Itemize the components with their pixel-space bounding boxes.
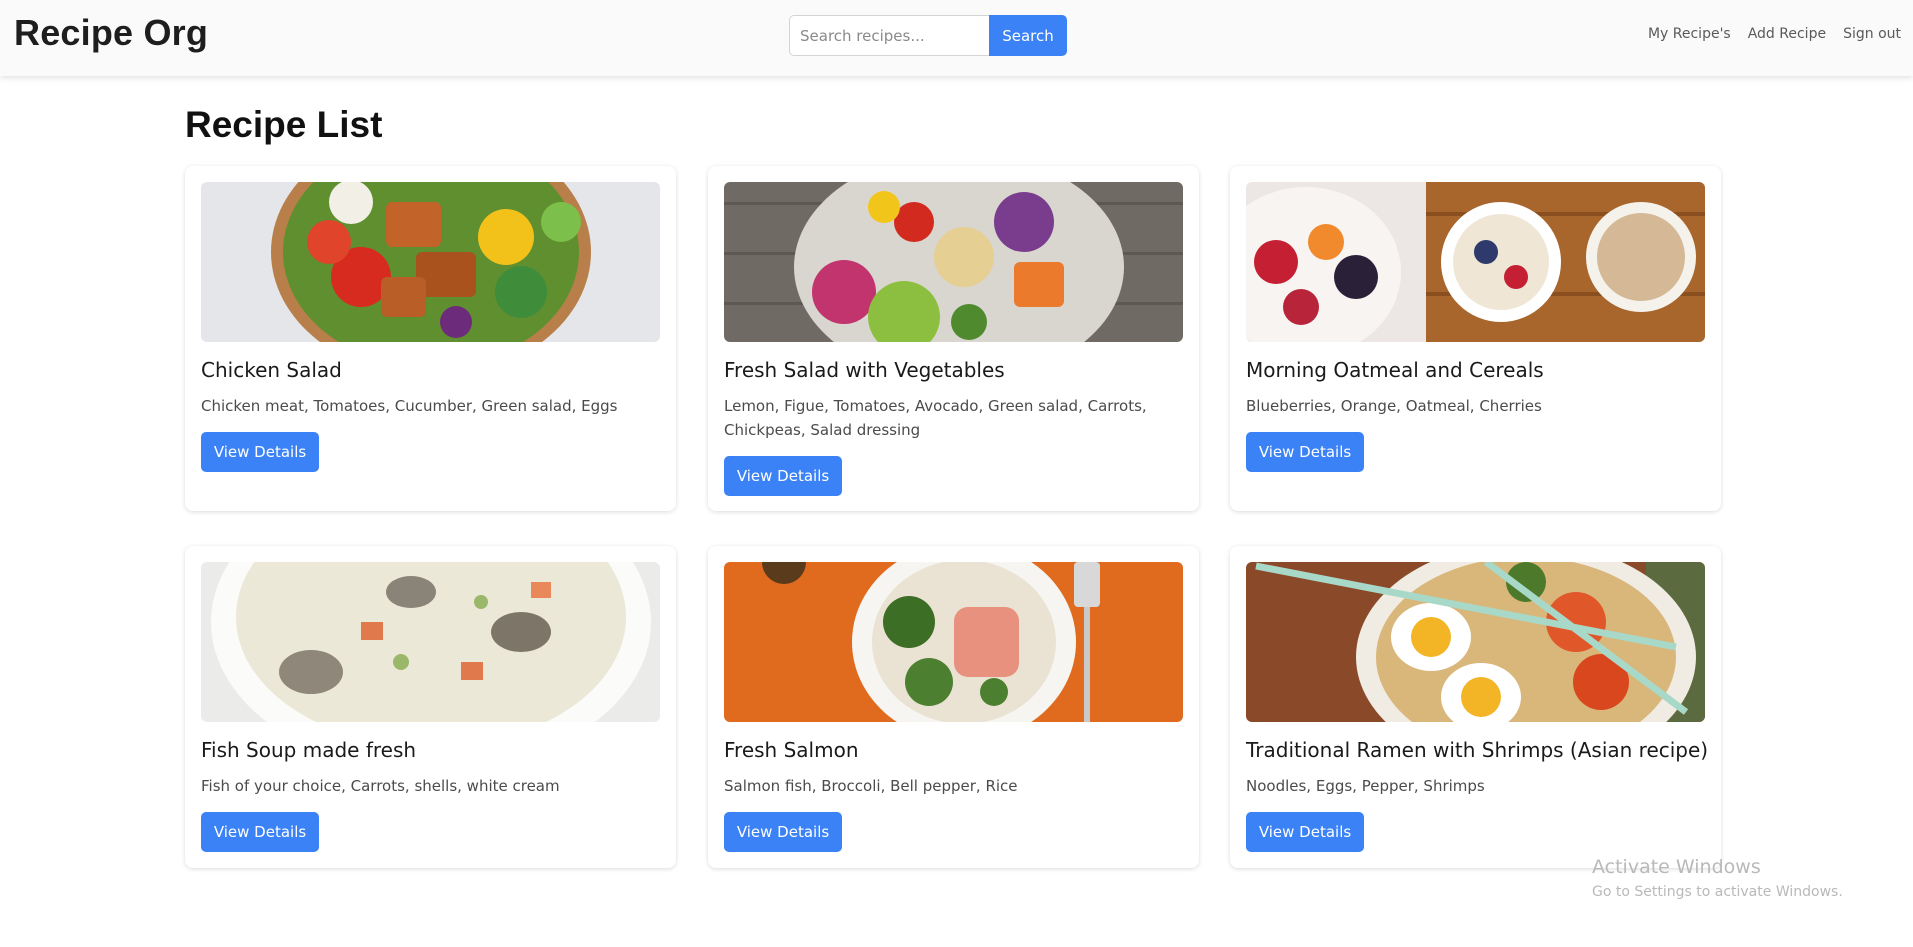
recipe-title: Fresh Salad with Vegetables xyxy=(724,358,1005,382)
recipe-image-fish-soup xyxy=(201,562,660,722)
nav-links: My Recipe's Add Recipe Sign out xyxy=(1648,26,1901,42)
recipe-card: Traditional Ramen with Shrimps (Asian re… xyxy=(1230,546,1721,868)
top-navbar: Recipe Org Search My Recipe's Add Recipe… xyxy=(0,0,1913,76)
recipe-title: Fish Soup made fresh xyxy=(201,738,417,762)
recipe-ingredients: Blueberries, Orange, Oatmeal, Cherries xyxy=(1246,397,1542,415)
recipe-card: Chicken Salad Chicken meat, Tomatoes, Cu… xyxy=(185,166,676,511)
main-content: Recipe List Chicken Salad Chicken meat, … xyxy=(185,104,1721,868)
recipe-card: Morning Oatmeal and Cereals Blueberries,… xyxy=(1230,166,1721,511)
view-details-button[interactable]: View Details xyxy=(1246,812,1364,852)
recipe-ingredients: Noodles, Eggs, Pepper, Shrimps xyxy=(1246,777,1485,795)
recipe-title: Fresh Salmon xyxy=(724,738,859,762)
nav-my-recipes-link[interactable]: My Recipe's xyxy=(1648,26,1731,42)
page-title: Recipe List xyxy=(185,104,383,145)
view-details-button[interactable]: View Details xyxy=(201,812,319,852)
recipe-image-morning-oatmeal xyxy=(1246,182,1705,342)
recipe-image-ramen xyxy=(1246,562,1705,722)
search-input[interactable] xyxy=(789,15,989,56)
watermark-title: Activate Windows xyxy=(1592,856,1761,878)
nav-sign-out-link[interactable]: Sign out xyxy=(1843,26,1901,42)
recipe-title: Morning Oatmeal and Cereals xyxy=(1246,358,1544,382)
view-details-button[interactable]: View Details xyxy=(201,432,319,472)
search-form: Search xyxy=(789,15,1067,56)
recipe-card: Fish Soup made fresh Fish of your choice… xyxy=(185,546,676,868)
nav-add-recipe-link[interactable]: Add Recipe xyxy=(1748,26,1826,42)
recipe-image-chicken-salad xyxy=(201,182,660,342)
view-details-button[interactable]: View Details xyxy=(1246,432,1364,472)
recipe-ingredients: Chicken meat, Tomatoes, Cucumber, Green … xyxy=(201,397,618,415)
recipe-image-fresh-salmon xyxy=(724,562,1183,722)
activate-windows-watermark: Activate Windows Go to Settings to activ… xyxy=(1592,856,1843,900)
view-details-button[interactable]: View Details xyxy=(724,812,842,852)
recipe-title: Chicken Salad xyxy=(201,358,342,382)
search-button[interactable]: Search xyxy=(989,15,1067,56)
recipe-title: Traditional Ramen with Shrimps (Asian re… xyxy=(1246,738,1709,762)
recipe-image-fresh-salad xyxy=(724,182,1183,342)
brand-logo[interactable]: Recipe Org xyxy=(14,12,208,54)
watermark-subtitle: Go to Settings to activate Windows. xyxy=(1592,884,1843,900)
recipe-ingredients: Salmon fish, Broccoli, Bell pepper, Rice xyxy=(724,777,1018,795)
recipe-ingredients: Lemon, Figue, Tomatoes, Avocado, Green s… xyxy=(724,397,1147,439)
recipe-card: Fresh Salmon Salmon fish, Broccoli, Bell… xyxy=(708,546,1199,868)
view-details-button[interactable]: View Details xyxy=(724,456,842,496)
recipe-card: Fresh Salad with Vegetables Lemon, Figue… xyxy=(708,166,1199,511)
recipe-ingredients: Fish of your choice, Carrots, shells, wh… xyxy=(201,777,560,795)
